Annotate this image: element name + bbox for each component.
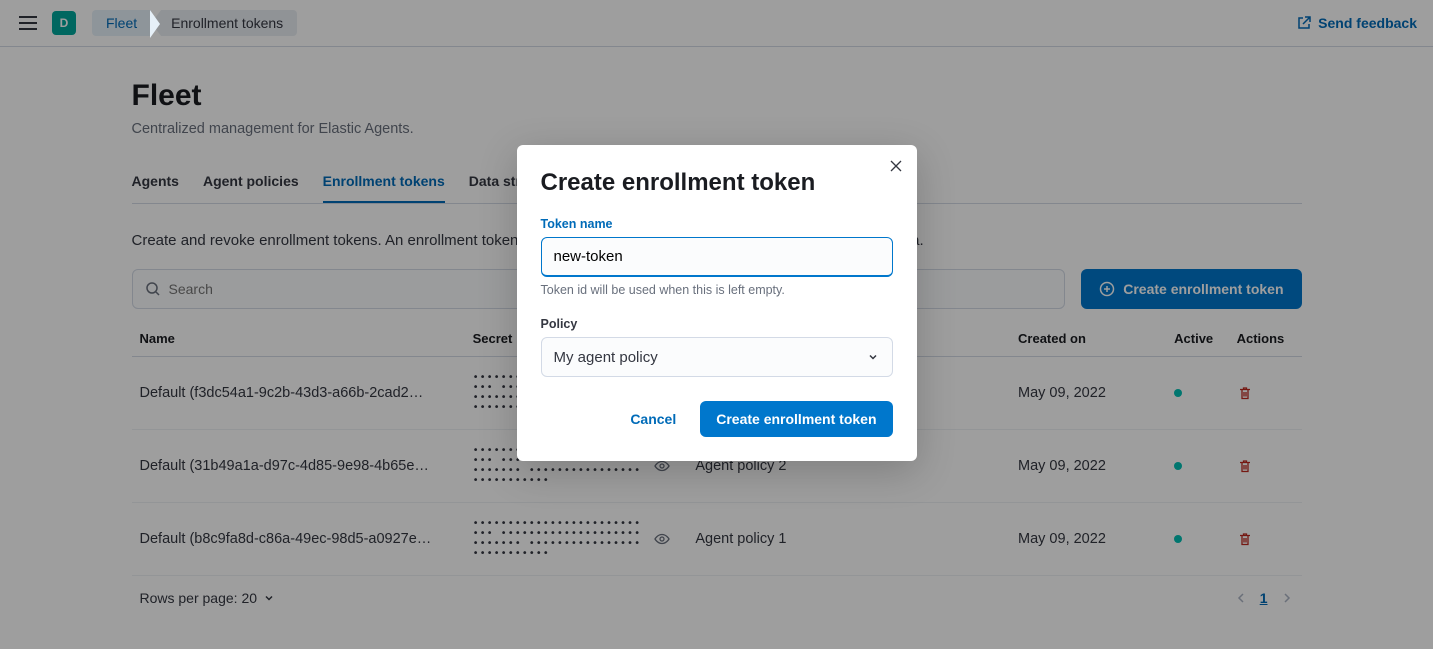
policy-group: Policy My agent policy: [541, 317, 893, 377]
token-name-group: Token name Token id will be used when th…: [541, 217, 893, 297]
cancel-button[interactable]: Cancel: [614, 401, 692, 437]
modal-actions: Cancel Create enrollment token: [541, 401, 893, 437]
policy-select[interactable]: My agent policy: [541, 337, 893, 377]
create-token-modal: Create enrollment token Token name Token…: [517, 145, 917, 461]
chevron-down-icon: [866, 350, 880, 364]
modal-title: Create enrollment token: [541, 169, 893, 197]
submit-button[interactable]: Create enrollment token: [700, 401, 892, 437]
token-name-help: Token id will be used when this is left …: [541, 283, 893, 297]
modal-overlay[interactable]: Create enrollment token Token name Token…: [0, 0, 1433, 649]
token-name-label: Token name: [541, 217, 893, 231]
token-name-input[interactable]: [541, 237, 893, 277]
policy-select-value: My agent policy: [554, 349, 658, 366]
policy-label: Policy: [541, 317, 893, 331]
close-icon[interactable]: [889, 159, 903, 173]
